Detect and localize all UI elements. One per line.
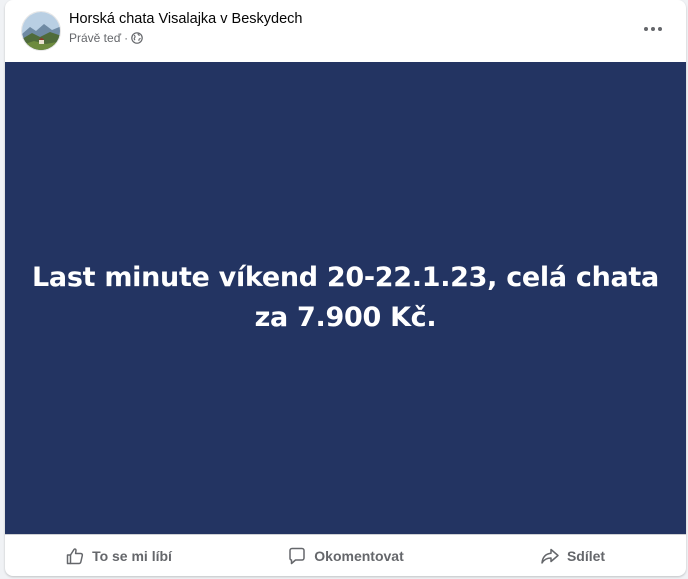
share-arrow-icon	[541, 548, 559, 564]
meta-separator: ·	[124, 31, 129, 45]
post-text: Last minute víkend 20-22.1.23, celá chat…	[32, 262, 659, 333]
post-meta: Právě teď ·	[69, 31, 143, 45]
post-header: Horská chata Visalajka v Beskydech Právě…	[5, 0, 686, 62]
avatar[interactable]	[21, 11, 61, 51]
mountain-landscape-avatar-icon	[22, 12, 60, 50]
comment-button[interactable]: Okomentovat	[232, 539, 459, 573]
like-button[interactable]: To se mi líbí	[5, 539, 232, 573]
post-card: Horská chata Visalajka v Beskydech Právě…	[5, 0, 686, 576]
thumbs-up-icon	[66, 547, 84, 564]
share-label: Sdílet	[566, 547, 606, 564]
more-dots-icon	[644, 27, 662, 31]
action-bar: To se mi líbí Okomentovat Sdílet	[5, 534, 686, 576]
like-label: To se mi líbí	[92, 547, 172, 564]
share-button[interactable]: Sdílet	[459, 539, 686, 573]
comment-bubble-icon	[289, 547, 306, 564]
post-background-text: Last minute víkend 20-22.1.23, celá chat…	[5, 62, 686, 534]
globe-icon[interactable]	[131, 32, 143, 44]
more-options-button[interactable]	[638, 16, 668, 42]
author-name[interactable]: Horská chata Visalajka v Beskydech	[69, 11, 302, 27]
post-timestamp[interactable]: Právě teď	[69, 31, 121, 45]
comment-label: Okomentovat	[314, 547, 404, 564]
